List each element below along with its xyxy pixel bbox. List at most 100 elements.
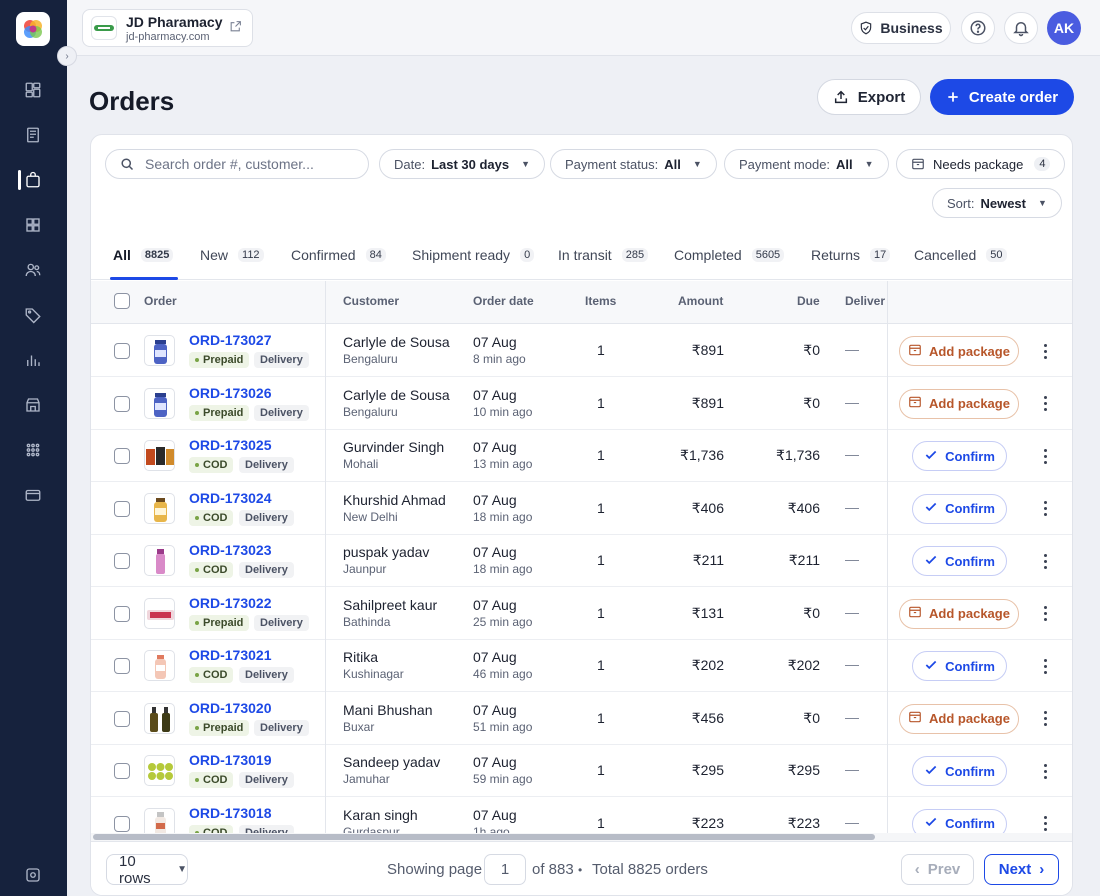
confirm-button[interactable]: Confirm [912, 546, 1007, 576]
more-options-icon[interactable] [1039, 446, 1051, 466]
external-link-icon[interactable] [229, 20, 242, 36]
add-package-button[interactable]: Add package [899, 388, 1019, 419]
order-number-link[interactable]: ORD-173018 [189, 805, 272, 821]
prev-page-button[interactable]: ‹ Prev [901, 854, 974, 885]
page-number-input[interactable]: 1 [484, 854, 526, 885]
product-thumbnail[interactable] [144, 335, 175, 366]
more-options-icon[interactable] [1039, 604, 1051, 624]
order-number-link[interactable]: ORD-173022 [189, 595, 272, 611]
order-number-link[interactable]: ORD-173027 [189, 332, 272, 348]
table-row[interactable]: ORD-173023 COD Delivery puspak yadav Jau… [91, 535, 1072, 587]
product-thumbnail[interactable] [144, 650, 175, 681]
help-button[interactable] [961, 12, 995, 44]
tab-all[interactable]: All 8825 [113, 231, 174, 279]
more-options-icon[interactable] [1039, 761, 1051, 781]
row-checkbox[interactable] [114, 500, 130, 517]
product-thumbnail[interactable] [144, 387, 175, 419]
add-package-button[interactable]: Add package [899, 703, 1019, 734]
dashboard-icon[interactable] [21, 78, 45, 102]
more-options-icon[interactable] [1039, 656, 1051, 676]
product-thumbnail[interactable] [144, 492, 175, 524]
orders-icon[interactable] [21, 168, 45, 192]
export-button[interactable]: Export [817, 79, 921, 115]
products-grid-icon[interactable] [21, 213, 45, 237]
add-package-button[interactable]: Add package [899, 598, 1019, 629]
sidebar-collapse-button[interactable]: › [57, 46, 77, 66]
confirm-button[interactable]: Confirm [912, 651, 1007, 681]
search-input[interactable] [145, 156, 345, 172]
row-checkbox[interactable] [114, 658, 130, 674]
date-filter[interactable]: Date: Last 30 days ▼ [379, 149, 546, 179]
confirm-button[interactable]: Confirm [912, 493, 1007, 524]
order-number-link[interactable]: ORD-173026 [189, 385, 272, 401]
row-checkbox[interactable] [114, 710, 130, 727]
tab-confirmed[interactable]: Confirmed 84 [291, 231, 386, 279]
product-thumbnail[interactable] [144, 440, 175, 471]
product-thumbnail[interactable] [144, 702, 175, 734]
tab-shipment-ready[interactable]: Shipment ready 0 [412, 231, 535, 279]
catalog-icon[interactable] [21, 123, 45, 147]
sort-dropdown[interactable]: Sort: Newest ▼ [932, 188, 1062, 218]
table-row[interactable]: ORD-173024 COD Delivery Khurshid Ahmad N… [91, 483, 1072, 535]
needs-package-filter[interactable]: Needs package 4 [896, 149, 1066, 179]
order-number-link[interactable]: ORD-173025 [189, 437, 272, 453]
table-row[interactable]: ORD-173022 Prepaid Delivery Sahilpreet k… [91, 588, 1072, 640]
tab-returns[interactable]: Returns 17 [811, 231, 891, 279]
order-number-link[interactable]: ORD-173020 [189, 700, 272, 716]
store-icon[interactable] [21, 393, 45, 417]
search-box[interactable] [105, 149, 369, 179]
notifications-button[interactable] [1004, 12, 1038, 44]
horizontal-scrollbar[interactable] [91, 833, 1072, 841]
select-all-checkbox[interactable] [114, 293, 130, 309]
more-options-icon[interactable] [1039, 709, 1051, 729]
tab-completed[interactable]: Completed 5605 [674, 231, 785, 279]
scrollbar-thumb[interactable] [93, 834, 875, 840]
store-switcher[interactable]: JD Pharamacy jd-pharmacy.com [82, 9, 253, 47]
row-checkbox[interactable] [114, 605, 130, 622]
table-row[interactable]: ORD-173020 Prepaid Delivery Mani Bhushan… [91, 693, 1072, 745]
row-checkbox[interactable] [114, 343, 130, 359]
more-options-icon[interactable] [1039, 551, 1051, 571]
confirm-button[interactable]: Confirm [912, 441, 1007, 471]
create-order-button[interactable]: Create order [930, 79, 1074, 115]
payments-icon[interactable] [21, 483, 45, 507]
product-thumbnail[interactable] [144, 597, 175, 629]
row-checkbox[interactable] [114, 763, 130, 779]
payment-mode-filter[interactable]: Payment mode: All ▼ [724, 149, 889, 179]
next-page-button[interactable]: Next › [984, 854, 1059, 885]
tab-in-transit[interactable]: In transit 285 [558, 231, 649, 279]
more-options-icon[interactable] [1039, 814, 1051, 834]
row-checkbox[interactable] [114, 553, 130, 569]
more-options-icon[interactable] [1039, 394, 1051, 414]
table-row[interactable]: ORD-173019 COD Delivery Sandeep yadav Ja… [91, 745, 1072, 797]
row-checkbox[interactable] [114, 448, 130, 464]
rows-per-page-select[interactable]: 10 rows ▼ [106, 853, 188, 887]
payment-status-filter[interactable]: Payment status: All ▼ [550, 149, 717, 179]
tag-icon[interactable] [21, 303, 45, 327]
row-checkbox[interactable] [114, 395, 130, 412]
tab-new[interactable]: New 112 [200, 231, 264, 279]
order-number-link[interactable]: ORD-173019 [189, 752, 272, 768]
user-avatar[interactable]: AK [1047, 11, 1081, 45]
add-package-button[interactable]: Add package [899, 336, 1019, 366]
table-row[interactable]: ORD-173027 Prepaid Delivery Carlyle de S… [91, 325, 1072, 377]
product-thumbnail[interactable] [144, 545, 175, 576]
settings-panel-icon[interactable] [21, 863, 45, 887]
business-button[interactable]: Business [851, 12, 951, 44]
more-options-icon[interactable] [1039, 499, 1051, 519]
table-row[interactable]: ORD-173026 Prepaid Delivery Carlyle de S… [91, 378, 1072, 430]
product-thumbnail[interactable] [144, 755, 175, 786]
order-number-link[interactable]: ORD-173024 [189, 490, 272, 506]
confirm-button[interactable]: Confirm [912, 756, 1007, 786]
app-logo[interactable] [16, 12, 50, 46]
customers-icon[interactable] [21, 258, 45, 282]
order-number-link[interactable]: ORD-173023 [189, 542, 272, 558]
tab-cancelled[interactable]: Cancelled 50 [914, 231, 1007, 279]
apps-icon[interactable] [21, 438, 45, 462]
order-number-link[interactable]: ORD-173021 [189, 647, 272, 663]
analytics-icon[interactable] [21, 348, 45, 372]
table-row[interactable]: ORD-173025 COD Delivery Gurvinder Singh … [91, 430, 1072, 482]
table-row[interactable]: ORD-173021 COD Delivery Ritika Kushinaga… [91, 640, 1072, 692]
more-options-icon[interactable] [1039, 341, 1051, 361]
row-checkbox[interactable] [114, 815, 130, 832]
